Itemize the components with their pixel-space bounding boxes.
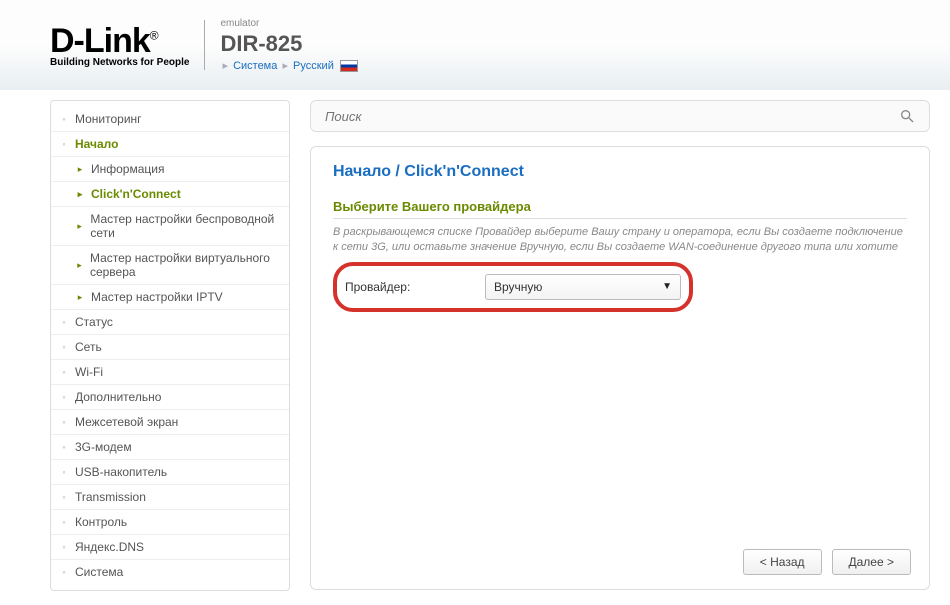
chevron-right-icon: ▸ — [77, 262, 82, 268]
bullet-icon: ◦ — [61, 469, 67, 475]
bullet-icon: ◦ — [61, 494, 67, 500]
search-input[interactable] — [325, 109, 899, 124]
sidebar-item-label: Межсетевой экран — [75, 415, 178, 429]
sidebar-item-label: Сеть — [75, 340, 102, 354]
bullet-icon: ◦ — [61, 369, 67, 375]
sidebar-item[interactable]: ◦ Сеть — [51, 335, 289, 360]
sidebar-item-label: Click'n'Connect — [91, 187, 181, 201]
divider — [204, 20, 205, 70]
sidebar-item-label: Мастер настройки виртуального сервера — [90, 251, 279, 279]
logo-block: D-Link® Building Networks for People — [50, 22, 189, 68]
section-hint: В раскрывающемся списке Провайдер выбери… — [333, 225, 907, 256]
bullet-icon: ◦ — [61, 141, 67, 147]
chevron-right-icon: ▸ — [222, 60, 228, 72]
sidebar-item[interactable]: ◦ Контроль — [51, 510, 289, 535]
wizard-buttons: < Назад Далее > — [743, 549, 911, 575]
sidebar-item[interactable]: ◦ Дополнительно — [51, 385, 289, 410]
sidebar-item-label: Информация — [91, 162, 164, 176]
bullet-icon: ◦ — [61, 344, 67, 350]
sidebar-item-label: Статус — [75, 315, 113, 329]
sidebar-item-label: Система — [75, 565, 123, 579]
sidebar-item-label: Мастер настройки беспроводной сети — [90, 212, 279, 240]
flag-ru-icon — [340, 60, 358, 72]
next-button[interactable]: Далее > — [832, 549, 912, 575]
brand-tagline: Building Networks for People — [50, 57, 189, 68]
page-title: Начало / Click'n'Connect — [333, 163, 907, 181]
sidebar-item-label: Дополнительно — [75, 390, 161, 404]
bullet-icon: ◦ — [61, 569, 67, 575]
sidebar-nav: ◦ Мониторинг ◦ Начало ▸ Информация ▸ Click'n'Co… — [50, 100, 290, 591]
sidebar-item-label: Wi-Fi — [75, 365, 103, 379]
sidebar-item[interactable]: ▸ Мастер настройки виртуального сервера — [51, 246, 289, 285]
search-icon[interactable] — [899, 108, 915, 124]
provider-field-highlight: Провайдер: Вручную ▼ — [333, 262, 693, 312]
provider-select-value: Вручную — [494, 280, 542, 294]
chevron-right-icon: ▸ — [282, 60, 288, 72]
sidebar-item[interactable]: ◦ Система — [51, 560, 289, 584]
sidebar-item[interactable]: ◦ Начало — [51, 132, 289, 157]
brand-logo: D-Link® — [50, 22, 189, 61]
sidebar-item-label: Начало — [75, 137, 118, 151]
sidebar-item-label: Мониторинг — [75, 112, 142, 126]
back-button[interactable]: < Назад — [743, 549, 822, 575]
sidebar-item[interactable]: ◦ Мониторинг — [51, 107, 289, 132]
caret-down-icon: ▼ — [662, 281, 672, 292]
bullet-icon: ◦ — [61, 444, 67, 450]
sidebar-item[interactable]: ▸ Мастер настройки IPTV — [51, 285, 289, 310]
model-name: DIR-825 — [220, 31, 357, 57]
bullet-icon: ◦ — [61, 116, 67, 122]
header-breadcrumbs: ▸ Система ▸ Русский — [220, 59, 357, 72]
crumb-system[interactable]: Система — [233, 60, 277, 72]
sidebar-item-label: Контроль — [75, 515, 127, 529]
sidebar-item[interactable]: ◦ Transmission — [51, 485, 289, 510]
sidebar-item[interactable]: ◦ 3G-модем — [51, 435, 289, 460]
crumb-language[interactable]: Русский — [293, 60, 334, 72]
sidebar-item[interactable]: ◦ Яндекс.DNS — [51, 535, 289, 560]
section-title: Выберите Вашего провайдера — [333, 199, 907, 219]
chevron-right-icon: ▸ — [77, 166, 83, 172]
bullet-icon: ◦ — [61, 519, 67, 525]
search-bar — [310, 100, 930, 132]
main-area: Начало / Click'n'Connect Выберите Вашего… — [310, 100, 930, 590]
model-block: emulator DIR-825 ▸ Система ▸ Русский — [220, 18, 357, 72]
sidebar-item[interactable]: ◦ Wi-Fi — [51, 360, 289, 385]
chevron-right-icon: ▸ — [77, 223, 82, 229]
chevron-right-icon: ▸ — [77, 191, 83, 197]
chevron-right-icon: ▸ — [77, 294, 83, 300]
bullet-icon: ◦ — [61, 319, 67, 325]
bullet-icon: ◦ — [61, 394, 67, 400]
sidebar-item[interactable]: ▸ Мастер настройки беспроводной сети — [51, 207, 289, 246]
sidebar-item[interactable]: ▸ Click'n'Connect — [51, 182, 289, 207]
provider-select[interactable]: Вручную ▼ — [485, 274, 681, 300]
provider-label: Провайдер: — [345, 280, 485, 294]
sidebar-item-label: Яндекс.DNS — [75, 540, 144, 554]
sidebar-item[interactable]: ◦ USB-накопитель — [51, 460, 289, 485]
sidebar-item-label: 3G-модем — [75, 440, 132, 454]
header: D-Link® Building Networks for People emu… — [0, 0, 950, 90]
sidebar-item-label: Transmission — [75, 490, 146, 504]
sidebar-item[interactable]: ◦ Статус — [51, 310, 289, 335]
bullet-icon: ◦ — [61, 544, 67, 550]
content-panel: Начало / Click'n'Connect Выберите Вашего… — [310, 146, 930, 590]
sidebar-item[interactable]: ◦ Межсетевой экран — [51, 410, 289, 435]
sidebar-item[interactable]: ▸ Информация — [51, 157, 289, 182]
emulator-label: emulator — [220, 18, 357, 29]
sidebar-item-label: Мастер настройки IPTV — [91, 290, 223, 304]
bullet-icon: ◦ — [61, 419, 67, 425]
sidebar-item-label: USB-накопитель — [75, 465, 167, 479]
